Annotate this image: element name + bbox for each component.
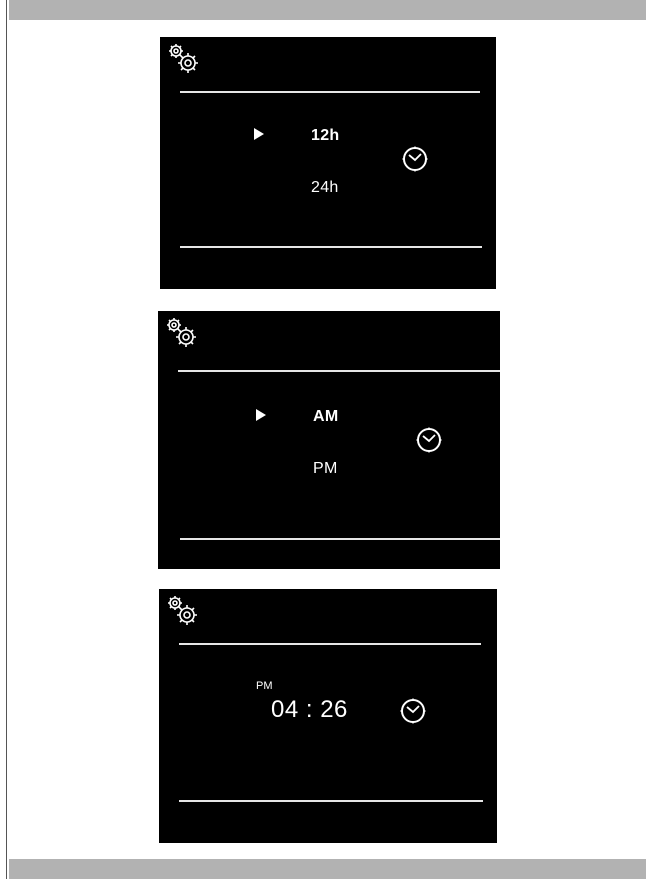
page-left-rule [6,0,7,879]
clock-icon [416,427,442,453]
time-format-screen: 12h 24h [160,37,496,289]
option-12h[interactable]: 12h [311,127,339,145]
selection-arrow-icon [254,128,264,140]
page-bottom-bar [9,859,646,879]
settings-gears-icon [167,318,196,347]
time-display[interactable]: 04 : 26 [271,696,348,724]
selection-arrow-icon [256,409,266,421]
bottom-divider [179,800,483,802]
option-24h[interactable]: 24h [311,179,339,197]
top-divider [180,91,480,93]
bottom-divider [180,538,500,540]
bottom-divider [180,246,482,248]
top-divider [178,370,500,372]
clock-icon [402,146,428,172]
page-top-bar [9,0,646,20]
clock-icon [400,698,426,724]
period-indicator: PM [256,680,273,692]
am-pm-screen: AM PM [158,311,500,569]
top-divider [179,643,481,645]
time-set-screen: PM 04 : 26 [159,589,497,843]
settings-gears-icon [168,596,197,625]
option-am[interactable]: AM [313,408,338,426]
option-pm[interactable]: PM [313,460,338,478]
settings-gears-icon [169,44,198,73]
